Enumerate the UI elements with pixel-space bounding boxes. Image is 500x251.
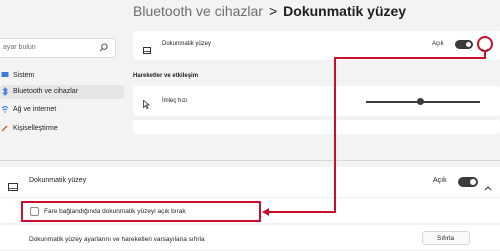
annotation-arrowhead: [262, 208, 269, 216]
section-title: Hareketler ve etkileşim: [133, 73, 199, 79]
sidebar-item-label: Bluetooth ve cihazlar: [13, 88, 78, 95]
sidebar-item-label: Kişiselleştirme: [13, 125, 58, 132]
cursor-icon: [143, 96, 151, 114]
bluetooth-icon: [1, 86, 9, 97]
page-title: Bluetooth ve cihazlar > Dokunmatik yüzey: [133, 3, 406, 19]
touchpad-state: Açık: [433, 177, 447, 184]
touchpad-label: Dokunmatik yüzey: [29, 177, 87, 184]
touchpad-icon: [143, 41, 151, 59]
annotation-line-connector: [484, 50, 486, 59]
chevron-up-icon[interactable]: [484, 178, 492, 196]
sidebar-item-system[interactable]: Sistem: [0, 69, 124, 83]
keep-touchpad-on-checkbox[interactable]: [30, 207, 39, 216]
toggle-knob: [466, 42, 471, 47]
annotation-line-vertical: [334, 58, 336, 212]
breadcrumb-separator: >: [268, 3, 278, 19]
reset-label: Dokunmatik yüzey ayarlarını ve hareketle…: [29, 236, 205, 243]
sidebar-item-personalization[interactable]: Kişiselleştirme: [0, 122, 124, 136]
touchpad-toggle[interactable]: [455, 40, 473, 49]
sidebar-item-network[interactable]: Ağ ve internet: [0, 103, 124, 117]
sidebar-item-label: Ağ ve internet: [13, 106, 57, 113]
toggle-knob: [470, 179, 476, 185]
brush-icon: [1, 124, 9, 133]
reset-button-label: Sıfırla: [437, 235, 454, 242]
system-icon: [1, 71, 9, 80]
search-box[interactable]: ayar bulun: [0, 38, 116, 58]
sidebar-item-label: Sistem: [13, 72, 35, 79]
cursor-speed-slider-thumb[interactable]: [417, 98, 424, 105]
breadcrumb-parent[interactable]: Bluetooth ve cihazlar: [133, 3, 263, 19]
breadcrumb-current: Dokunmatik yüzey: [283, 3, 407, 19]
touchpad-icon: [8, 178, 18, 196]
cursor-speed-label: İmleç hızı: [162, 98, 188, 104]
next-row-card: [133, 120, 500, 134]
search-placeholder: ayar bulun: [3, 44, 36, 51]
touchpad-label: Dokunmatik yüzey: [162, 41, 212, 47]
annotation-line-top: [334, 57, 485, 59]
annotation-line-bottom: [268, 211, 336, 213]
reset-button[interactable]: Sıfırla: [422, 231, 470, 245]
keep-touchpad-on-label: Fare bağlandığında dokunmatik yüzeyi açı…: [44, 208, 186, 215]
touchpad-toggle[interactable]: [458, 177, 478, 187]
sidebar-item-bluetooth[interactable]: Bluetooth ve cihazlar: [0, 85, 124, 99]
search-icon[interactable]: [99, 43, 108, 54]
touchpad-state: Açık: [432, 41, 444, 47]
wifi-icon: [1, 105, 9, 114]
